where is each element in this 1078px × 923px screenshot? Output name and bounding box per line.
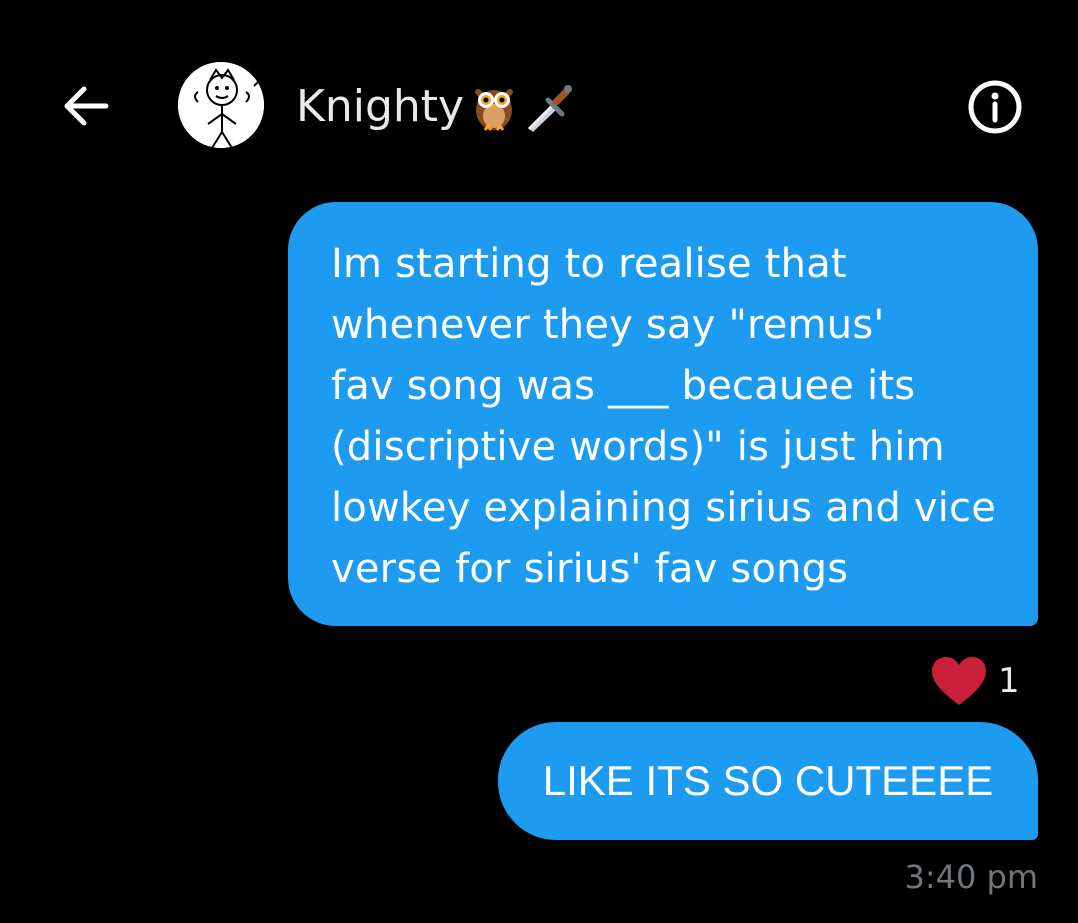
message-timestamp: 3:40 pm [904,858,1038,896]
message-bubble[interactable]: Im starting to realise that whenever the… [288,202,1038,626]
dagger-icon [528,85,573,132]
avatar[interactable] [178,62,264,148]
back-button[interactable] [58,80,116,132]
contact-name-text: Knighty [296,80,465,132]
doodle-avatar-image [178,62,264,148]
message-reaction[interactable]: 1 [930,654,1020,708]
conversation-info-button[interactable] [966,78,1024,136]
conversation-header: Knighty [0,0,1078,200]
arrow-left-icon [64,86,109,126]
heart-icon [932,657,986,705]
message-text: Im starting to realise that whenever the… [331,241,997,592]
reaction-count: 1 [998,661,1020,701]
owl-icon [475,89,514,131]
info-icon [968,80,1022,134]
message-text: LIKE ITS SO CUTEEEE [542,757,994,804]
contact-name[interactable]: Knighty [296,74,573,138]
message-bubble[interactable]: LIKE ITS SO CUTEEEE [498,722,1038,840]
